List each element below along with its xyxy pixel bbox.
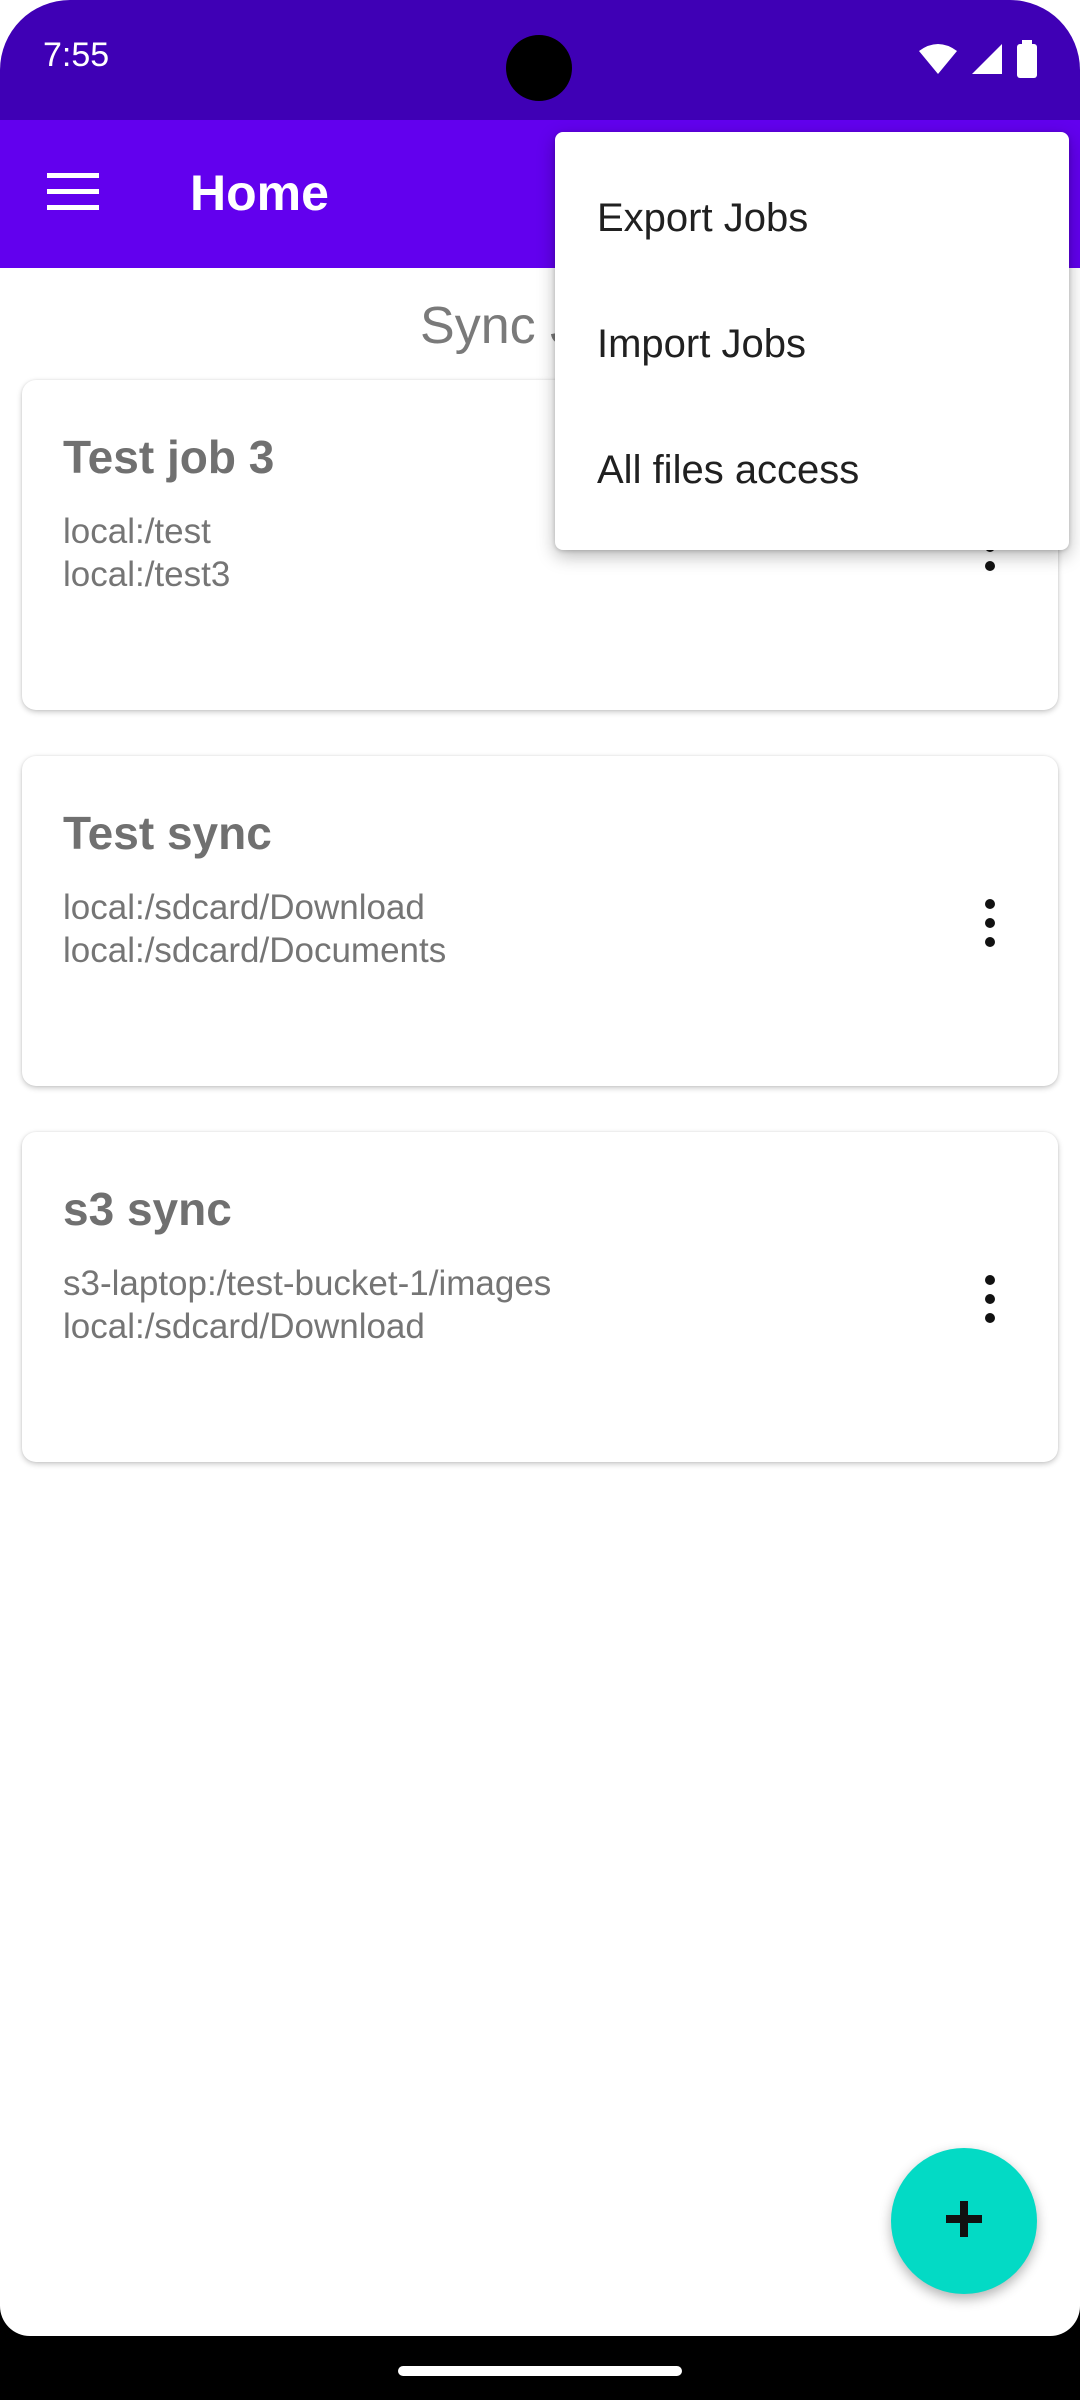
battery-icon	[1016, 40, 1038, 83]
job-card[interactable]: s3 sync s3-laptop:/test-bucket-1/images …	[22, 1132, 1058, 1462]
plus-icon	[944, 2199, 984, 2244]
job-name: s3 sync	[63, 1183, 232, 1235]
status-time: 7:55	[43, 36, 110, 74]
job-destination: local:/sdcard/Documents	[63, 931, 447, 970]
overflow-menu: Export Jobs Import Jobs All files access	[555, 132, 1069, 550]
add-job-button[interactable]	[891, 2148, 1037, 2294]
job-source: local:/sdcard/Download	[63, 888, 425, 927]
wifi-icon	[918, 42, 958, 81]
job-options-button[interactable]	[970, 1264, 1010, 1334]
menu-item-import-jobs[interactable]: Import Jobs	[555, 281, 1069, 407]
more-vert-icon	[985, 1275, 995, 1285]
signal-icon	[970, 42, 1004, 81]
job-name: Test job 3	[63, 431, 275, 483]
menu-item-all-files-access[interactable]: All files access	[555, 407, 1069, 533]
page-title: Home	[190, 165, 329, 221]
menu-item-export-jobs[interactable]: Export Jobs	[555, 155, 1069, 281]
job-destination: local:/test3	[63, 555, 231, 594]
job-card[interactable]: Test sync local:/sdcard/Download local:/…	[22, 756, 1058, 1086]
camera-cutout	[506, 35, 572, 101]
job-name: Test sync	[63, 807, 272, 859]
gesture-nav-handle[interactable]	[398, 2366, 682, 2376]
nav-menu-button[interactable]	[28, 156, 118, 232]
job-destination: local:/sdcard/Download	[63, 1307, 425, 1346]
job-source: local:/test	[63, 512, 211, 551]
status-icons	[918, 40, 1038, 83]
more-vert-icon	[985, 899, 995, 909]
app-screen: 7:55 Home Sync Jobs Test job 3 local:/te…	[0, 0, 1080, 2336]
menu-icon	[47, 172, 99, 216]
job-source: s3-laptop:/test-bucket-1/images	[63, 1264, 552, 1303]
job-options-button[interactable]	[970, 888, 1010, 958]
status-bar: 7:55	[0, 0, 1080, 120]
